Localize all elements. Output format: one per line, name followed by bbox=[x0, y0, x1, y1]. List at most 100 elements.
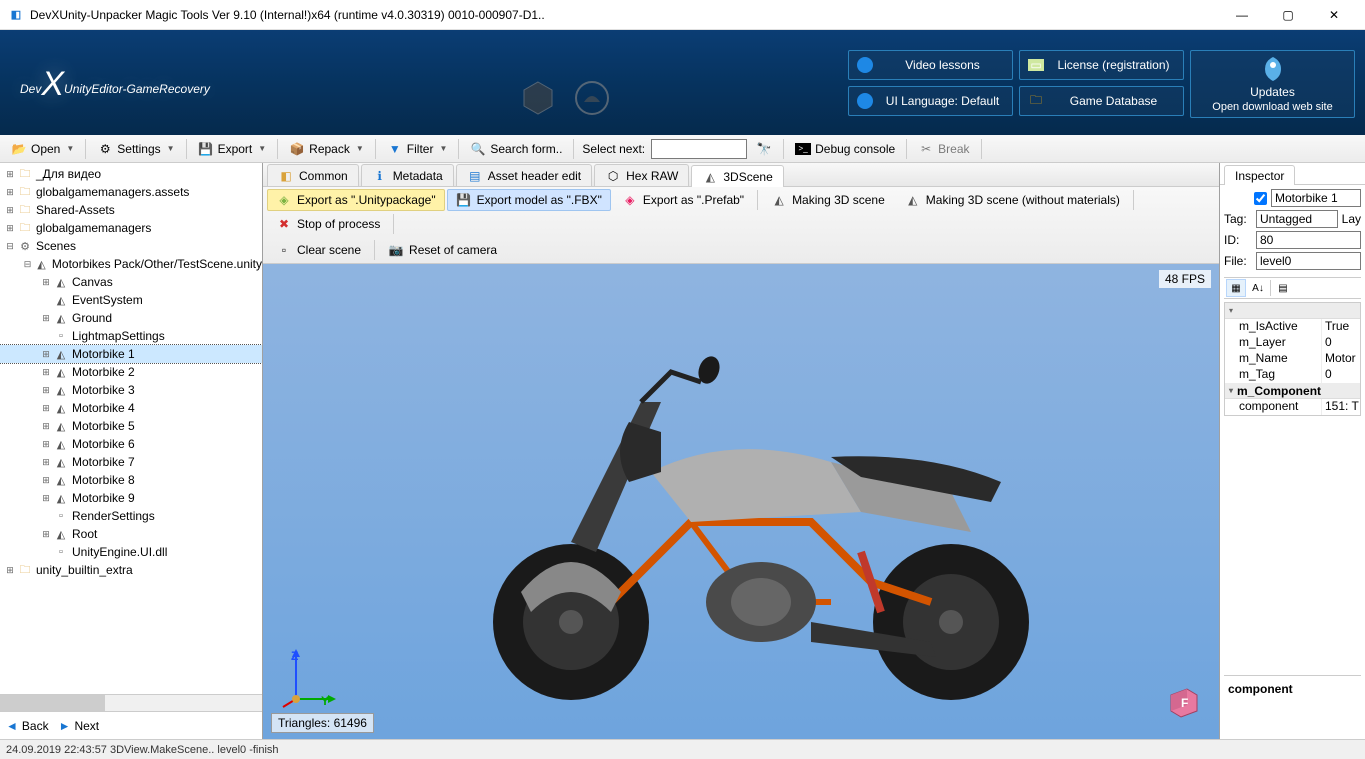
info-icon: ℹ bbox=[372, 168, 388, 184]
tree-item[interactable]: ⊞◭Motorbike 4 bbox=[0, 399, 262, 417]
triangle-count: Triangles: 61496 bbox=[271, 713, 374, 733]
find-button[interactable]: 🔭 bbox=[749, 138, 779, 160]
titlebar: ◧ DevXUnity-Unpacker Magic Tools Ver 9.1… bbox=[0, 0, 1365, 30]
break-button[interactable]: ✂Break bbox=[911, 138, 976, 160]
video-lessons-button[interactable]: Video lessons bbox=[848, 50, 1013, 80]
search-form-button[interactable]: 🔍Search form.. bbox=[463, 138, 569, 160]
tree-item[interactable]: ⊞🗀globalgamemanagers bbox=[0, 219, 262, 237]
tree-item[interactable]: ⊞🗀Shared-Assets bbox=[0, 201, 262, 219]
reset-camera-button[interactable]: 📷Reset of camera bbox=[379, 239, 506, 261]
export-button[interactable]: 💾Export▼ bbox=[191, 138, 274, 160]
tree-item[interactable]: ⊞◭Canvas bbox=[0, 273, 262, 291]
tree-item[interactable]: ▫LightmapSettings bbox=[0, 327, 262, 345]
tree-item[interactable]: ⊞🗀globalgamemanagers.assets bbox=[0, 183, 262, 201]
maximize-button[interactable]: ▢ bbox=[1265, 0, 1311, 30]
disk-icon: 💾 bbox=[198, 141, 214, 157]
clear-scene-button[interactable]: ▫Clear scene bbox=[267, 239, 370, 261]
scissors-icon: ✂ bbox=[918, 141, 934, 157]
tree-item[interactable]: ▫RenderSettings bbox=[0, 507, 262, 525]
inspector-panel: Inspector Tag: Lay ID: File: ▦ A↓ bbox=[1220, 163, 1365, 739]
tag-input[interactable] bbox=[1256, 210, 1338, 228]
tree-item[interactable]: ◭EventSystem bbox=[0, 291, 262, 309]
export-fbx-button[interactable]: 💾Export model as ".FBX" bbox=[447, 189, 611, 211]
gear-icon: ⚙ bbox=[97, 141, 113, 157]
tab-asset-header[interactable]: ▤Asset header edit bbox=[456, 164, 592, 186]
model-preview bbox=[391, 302, 1091, 702]
active-checkbox[interactable] bbox=[1254, 192, 1267, 205]
back-button[interactable]: ◄Back bbox=[6, 719, 49, 733]
tree-item[interactable]: ⊟⚙Scenes bbox=[0, 237, 262, 255]
tab-hex-raw[interactable]: ⬡Hex RAW bbox=[594, 164, 689, 186]
tab-3dscene[interactable]: ◭3DScene bbox=[691, 165, 783, 187]
settings-button[interactable]: ⚙Settings▼ bbox=[90, 138, 181, 160]
debug-console-button[interactable]: >_Debug console bbox=[788, 138, 902, 160]
app-logo: DevXUnityEditor-GameRecovery bbox=[20, 63, 210, 102]
tree-item[interactable]: ⊞◭Motorbike 9 bbox=[0, 489, 262, 507]
unity-icon: ◭ bbox=[771, 192, 787, 208]
ui-language-button[interactable]: UI Language: Default bbox=[848, 86, 1013, 116]
unreal-engine-icon bbox=[574, 80, 610, 116]
asset-tree[interactable]: ⊞🗀_Для видео⊞🗀globalgamemanagers.assets⊞… bbox=[0, 163, 262, 694]
sort-az-icon[interactable]: A↓ bbox=[1248, 279, 1268, 297]
tree-item[interactable]: ⊞◭Root bbox=[0, 525, 262, 543]
export-unitypackage-button[interactable]: ◈Export as ".Unitypackage" bbox=[267, 189, 445, 211]
database-icon: 🗀 bbox=[1028, 93, 1044, 109]
scene-toolbar: ◈Export as ".Unitypackage" 💾Export model… bbox=[263, 187, 1219, 264]
property-description: component bbox=[1224, 675, 1361, 735]
tab-common[interactable]: ◧Common bbox=[267, 164, 359, 186]
export-prefab-button[interactable]: ◈Export as ".Prefab" bbox=[613, 189, 753, 211]
3d-viewport[interactable]: 48 FPS bbox=[263, 264, 1219, 739]
tree-item[interactable]: ⊟◭Motorbikes Pack/Other/TestScene.unity bbox=[0, 255, 262, 273]
property-grid[interactable]: ▾ m_IsActiveTruem_Layer0m_NameMotorm_Tag… bbox=[1224, 302, 1361, 416]
window-title: DevXUnity-Unpacker Magic Tools Ver 9.10 … bbox=[30, 8, 1219, 22]
tree-item[interactable]: ⊞◭Motorbike 3 bbox=[0, 381, 262, 399]
binoculars-icon: 🔭 bbox=[756, 141, 772, 157]
tree-hscrollbar[interactable] bbox=[0, 694, 262, 711]
tree-item[interactable]: ⊞🗀unity_builtin_extra bbox=[0, 561, 262, 579]
tree-item[interactable]: ⊞◭Motorbike 1 bbox=[0, 345, 262, 363]
license-button[interactable]: ▭License (registration) bbox=[1019, 50, 1184, 80]
file-input[interactable] bbox=[1256, 252, 1361, 270]
id-input[interactable] bbox=[1256, 231, 1361, 249]
making-3d-scene-button[interactable]: ◭Making 3D scene bbox=[762, 189, 894, 211]
repack-button[interactable]: 📦Repack▼ bbox=[282, 138, 371, 160]
tree-panel: ⊞🗀_Для видео⊞🗀globalgamemanagers.assets⊞… bbox=[0, 163, 263, 739]
id-label: ID: bbox=[1224, 233, 1252, 247]
tag-label: Tag: bbox=[1224, 212, 1252, 226]
tree-item[interactable]: ⊞🗀_Для видео bbox=[0, 165, 262, 183]
tree-item[interactable]: ⊞◭Motorbike 6 bbox=[0, 435, 262, 453]
tab-metadata[interactable]: ℹMetadata bbox=[361, 164, 454, 186]
tree-item[interactable]: ▫UnityEngine.UI.dll bbox=[0, 543, 262, 561]
next-button[interactable]: ►Next bbox=[59, 719, 100, 733]
status-bar: 24.09.2019 22:43:57 3DView.MakeScene.. l… bbox=[0, 739, 1365, 759]
minimize-button[interactable]: — bbox=[1219, 0, 1265, 30]
props-icon[interactable]: ▤ bbox=[1273, 279, 1293, 297]
view-cube[interactable]: F bbox=[1163, 683, 1201, 721]
blank-icon: ▫ bbox=[276, 242, 292, 258]
categorize-icon[interactable]: ▦ bbox=[1226, 279, 1246, 297]
game-database-button[interactable]: 🗀Game Database bbox=[1019, 86, 1184, 116]
tree-item[interactable]: ⊞◭Motorbike 7 bbox=[0, 453, 262, 471]
unity-icon: ◭ bbox=[702, 169, 718, 185]
tree-item[interactable]: ⊞◭Motorbike 8 bbox=[0, 471, 262, 489]
updates-button[interactable]: Updates Open download web site bbox=[1190, 50, 1355, 118]
making-3d-scene-nomat-button[interactable]: ◭Making 3D scene (without materials) bbox=[896, 189, 1129, 211]
prefab-icon: ◈ bbox=[622, 192, 638, 208]
tree-item[interactable]: ⊞◭Motorbike 2 bbox=[0, 363, 262, 381]
open-button[interactable]: 📂Open▼ bbox=[4, 138, 81, 160]
disk-icon: 💾 bbox=[456, 192, 472, 208]
tree-item[interactable]: ⊞◭Motorbike 5 bbox=[0, 417, 262, 435]
fps-counter: 48 FPS bbox=[1159, 270, 1211, 288]
select-next-input[interactable] bbox=[651, 139, 747, 159]
stop-process-button[interactable]: ✖Stop of process bbox=[267, 213, 389, 235]
close-button[interactable]: ✕ bbox=[1311, 0, 1357, 30]
layer-label: Lay bbox=[1342, 212, 1361, 226]
filter-icon: ▼ bbox=[387, 141, 403, 157]
tab-inspector[interactable]: Inspector bbox=[1224, 165, 1295, 185]
repack-icon: 📦 bbox=[289, 141, 305, 157]
object-name-input[interactable] bbox=[1271, 189, 1361, 207]
tree-item[interactable]: ⊞◭Ground bbox=[0, 309, 262, 327]
package-icon: ◈ bbox=[276, 192, 292, 208]
filter-button[interactable]: ▼Filter▼ bbox=[380, 138, 455, 160]
folder-open-icon: 📂 bbox=[11, 141, 27, 157]
